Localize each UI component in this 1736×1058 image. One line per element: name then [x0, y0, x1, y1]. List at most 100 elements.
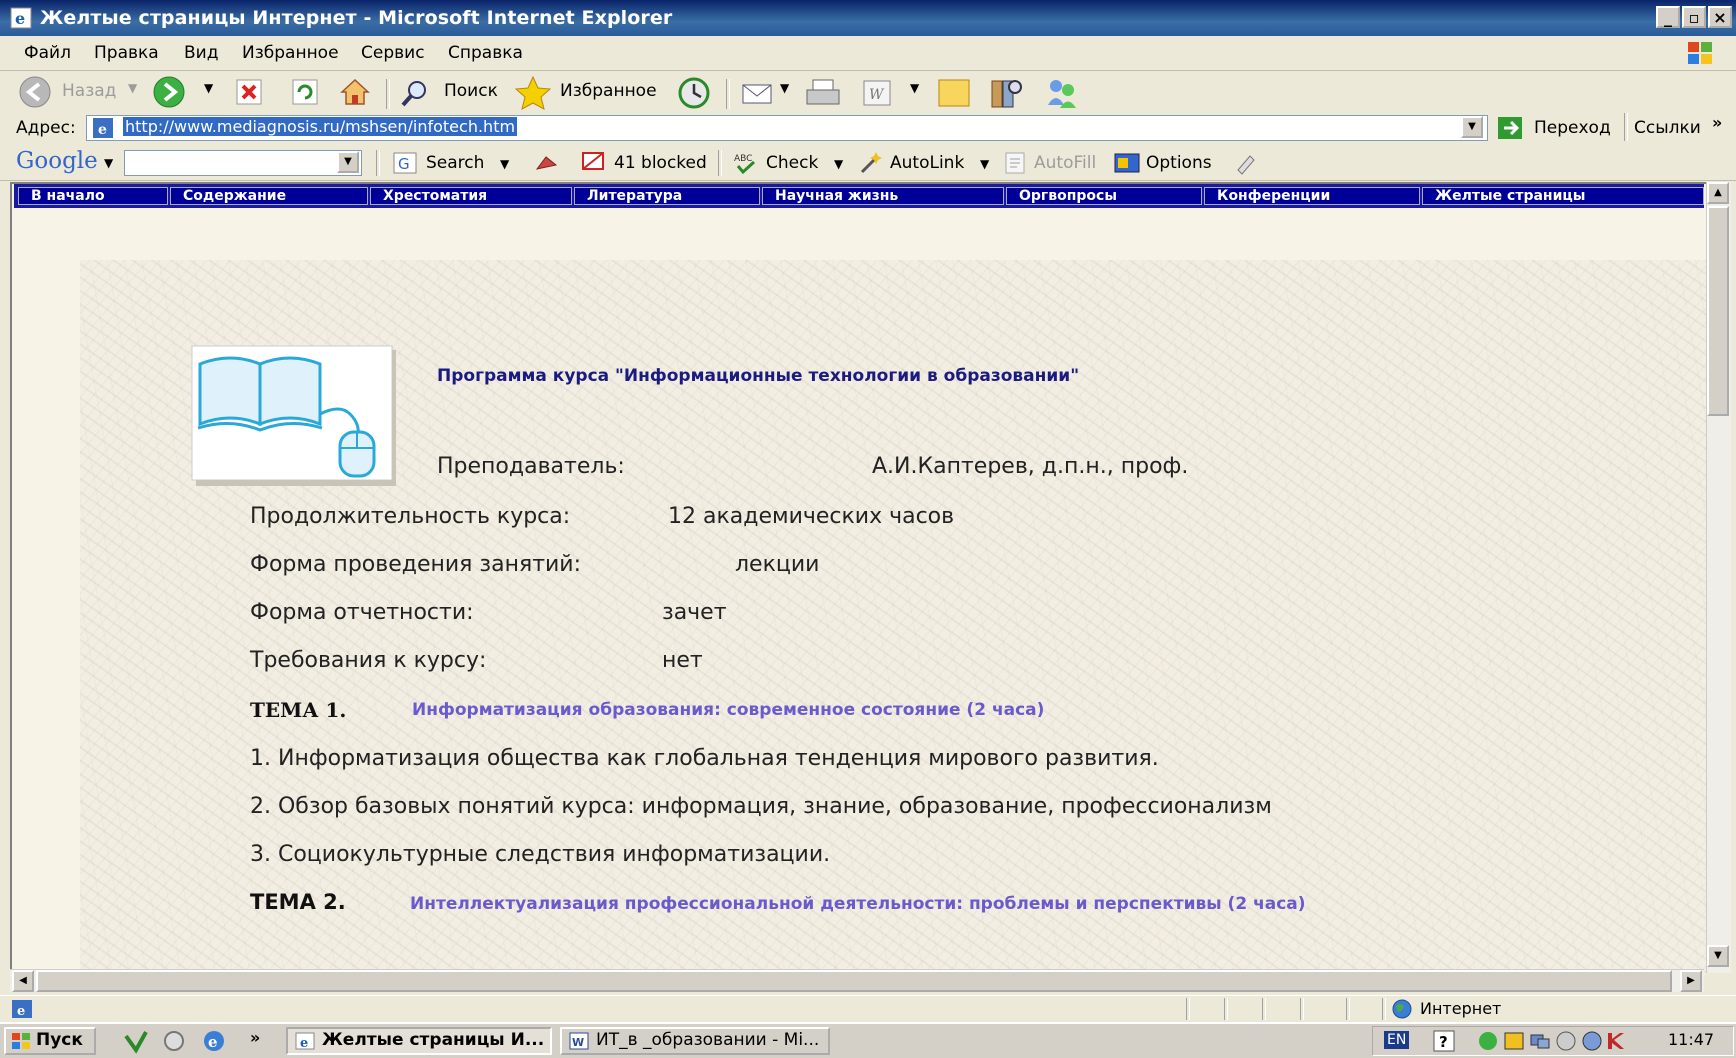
- autofill-button[interactable]: AutoFill: [1034, 153, 1096, 173]
- menu-file[interactable]: Файл: [24, 43, 71, 63]
- task-button-word[interactable]: W ИТ_в _образовании - Mi...: [560, 1027, 830, 1055]
- nav-reader[interactable]: Хрестоматия: [370, 187, 572, 205]
- horizontal-scroll-thumb[interactable]: [36, 970, 1672, 992]
- edit-dropdown-icon[interactable]: ▼: [910, 81, 919, 95]
- tray-app-icon[interactable]: [1554, 1029, 1578, 1053]
- nav-org-questions[interactable]: Оргвопросы: [1006, 187, 1202, 205]
- tray-app-icon[interactable]: [1476, 1029, 1500, 1053]
- quicklaunch-tool-icon[interactable]: [160, 1028, 188, 1054]
- ie-task-icon: e: [295, 1032, 315, 1051]
- google-search-input[interactable]: ▼: [124, 150, 362, 176]
- minimize-button[interactable]: _: [1656, 6, 1680, 28]
- spellcheck-button[interactable]: Check: [766, 153, 818, 173]
- back-arrow-icon[interactable]: [18, 75, 52, 109]
- autolink-dropdown-icon[interactable]: ▼: [980, 157, 989, 171]
- print-icon[interactable]: [804, 77, 842, 111]
- report-value: зачет: [662, 600, 727, 625]
- autolink-button[interactable]: AutoLink: [890, 153, 964, 173]
- messenger-icon[interactable]: [1042, 75, 1082, 111]
- research-icon[interactable]: [988, 75, 1024, 111]
- toolbar-separator: [718, 150, 722, 176]
- favorites-star-icon[interactable]: [514, 75, 552, 111]
- horizontal-scrollbar[interactable]: ◀ ▶: [10, 969, 1704, 992]
- discuss-icon[interactable]: [936, 77, 972, 109]
- language-indicator[interactable]: EN: [1384, 1031, 1410, 1049]
- vertical-scrollbar[interactable]: ▲ ▼: [1706, 182, 1731, 973]
- menu-tools[interactable]: Сервис: [361, 43, 425, 63]
- highlighter-icon[interactable]: [1232, 150, 1260, 176]
- nav-literature[interactable]: Литература: [574, 187, 760, 205]
- scroll-up-arrow-icon[interactable]: ▲: [1707, 182, 1729, 204]
- scroll-left-arrow-icon[interactable]: ◀: [12, 970, 34, 992]
- menu-favorites[interactable]: Избранное: [242, 43, 339, 63]
- menu-help[interactable]: Справка: [448, 43, 523, 63]
- go-button[interactable]: Переход: [1534, 118, 1611, 138]
- options-button[interactable]: Options: [1146, 153, 1212, 173]
- task-button-ie[interactable]: e Желтые страницы И...: [286, 1027, 552, 1055]
- site-navigation: В начало Содержание Хрестоматия Литерату…: [14, 184, 1704, 208]
- refresh-icon[interactable]: [290, 77, 320, 107]
- form-value: лекции: [735, 552, 820, 577]
- home-icon[interactable]: [338, 75, 372, 109]
- menu-view[interactable]: Вид: [184, 43, 218, 63]
- course-heading: Программа курса "Информационные технолог…: [437, 366, 1080, 386]
- forward-arrow-icon[interactable]: [152, 75, 186, 109]
- topic1-title[interactable]: Информатизация образования: современное …: [412, 700, 1044, 720]
- search-dropdown-icon[interactable]: ▼: [500, 157, 509, 171]
- back-dropdown-icon[interactable]: ▼: [128, 81, 137, 95]
- google-logo[interactable]: Google: [16, 148, 98, 174]
- vertical-scroll-thumb[interactable]: [1707, 206, 1729, 416]
- spellcheck-icon[interactable]: ABC: [732, 150, 760, 176]
- check-dropdown-icon[interactable]: ▼: [834, 157, 843, 171]
- nav-yellow-pages[interactable]: Желтые страницы: [1422, 187, 1704, 205]
- tray-app-icon[interactable]: [1502, 1029, 1526, 1053]
- address-input[interactable]: e http://www.mediagnosis.ru/mshsen/infot…: [86, 115, 1488, 141]
- security-zone: Интернет: [1420, 999, 1502, 1018]
- nav-science-life[interactable]: Научная жизнь: [762, 187, 1004, 205]
- forward-dropdown-icon[interactable]: ▼: [204, 81, 213, 95]
- quicklaunch-ie-icon[interactable]: e: [200, 1028, 228, 1054]
- chevron-right-icon[interactable]: »: [1712, 113, 1722, 132]
- mail-icon[interactable]: [740, 77, 776, 109]
- history-icon[interactable]: [676, 75, 712, 111]
- tray-app-icon[interactable]: [1580, 1029, 1604, 1053]
- quicklaunch-more-icon[interactable]: »: [250, 1028, 260, 1047]
- popups-blocked-count[interactable]: 41 blocked: [614, 153, 707, 173]
- scroll-right-arrow-icon[interactable]: ▶: [1680, 970, 1702, 992]
- address-bar: Адрес: e http://www.mediagnosis.ru/mshse…: [0, 111, 1736, 145]
- favorites-button-label[interactable]: Избранное: [560, 81, 657, 101]
- tray-network-icon[interactable]: [1528, 1029, 1552, 1053]
- start-button[interactable]: Пуск: [4, 1027, 96, 1055]
- google-search-button[interactable]: Search: [426, 153, 484, 173]
- stop-icon[interactable]: [234, 77, 264, 107]
- search-icon[interactable]: [398, 77, 432, 111]
- edit-word-icon[interactable]: W: [862, 79, 892, 107]
- antivirus-icon[interactable]: [1604, 1029, 1628, 1053]
- topic2-title[interactable]: Интеллектуализация профессиональной деят…: [410, 894, 1306, 914]
- links-button[interactable]: Ссылки: [1634, 118, 1701, 138]
- go-arrow-icon[interactable]: [1496, 115, 1526, 141]
- autolink-wand-icon[interactable]: [856, 150, 884, 176]
- address-url: http://www.mediagnosis.ru/mshsen/infotec…: [123, 117, 518, 136]
- scroll-down-arrow-icon[interactable]: ▼: [1707, 945, 1729, 967]
- close-button[interactable]: ×: [1708, 6, 1732, 28]
- menu-edit[interactable]: Правка: [94, 43, 159, 63]
- nav-home[interactable]: В начало: [18, 187, 168, 205]
- address-dropdown-icon[interactable]: ▼: [1461, 116, 1483, 138]
- mail-dropdown-icon[interactable]: ▼: [780, 81, 789, 95]
- back-button-label[interactable]: Назад: [62, 81, 116, 101]
- svg-text:W: W: [869, 87, 885, 103]
- google-menu-dropdown-icon[interactable]: ▼: [104, 156, 113, 170]
- options-icon[interactable]: [1112, 150, 1142, 176]
- nav-contents[interactable]: Содержание: [170, 187, 368, 205]
- autofill-icon[interactable]: [1002, 150, 1030, 176]
- popup-blocker-icon[interactable]: [580, 150, 608, 176]
- nav-conferences[interactable]: Конференции: [1204, 187, 1420, 205]
- quicklaunch-check-icon[interactable]: [122, 1028, 150, 1054]
- google-search-dropdown-icon[interactable]: ▼: [337, 151, 359, 173]
- maximize-button[interactable]: ▫: [1682, 6, 1706, 28]
- search-button-label[interactable]: Поиск: [444, 81, 498, 101]
- pagerank-icon[interactable]: [534, 151, 560, 175]
- help-icon[interactable]: ?: [1432, 1029, 1456, 1053]
- google-g-icon[interactable]: G: [392, 151, 418, 175]
